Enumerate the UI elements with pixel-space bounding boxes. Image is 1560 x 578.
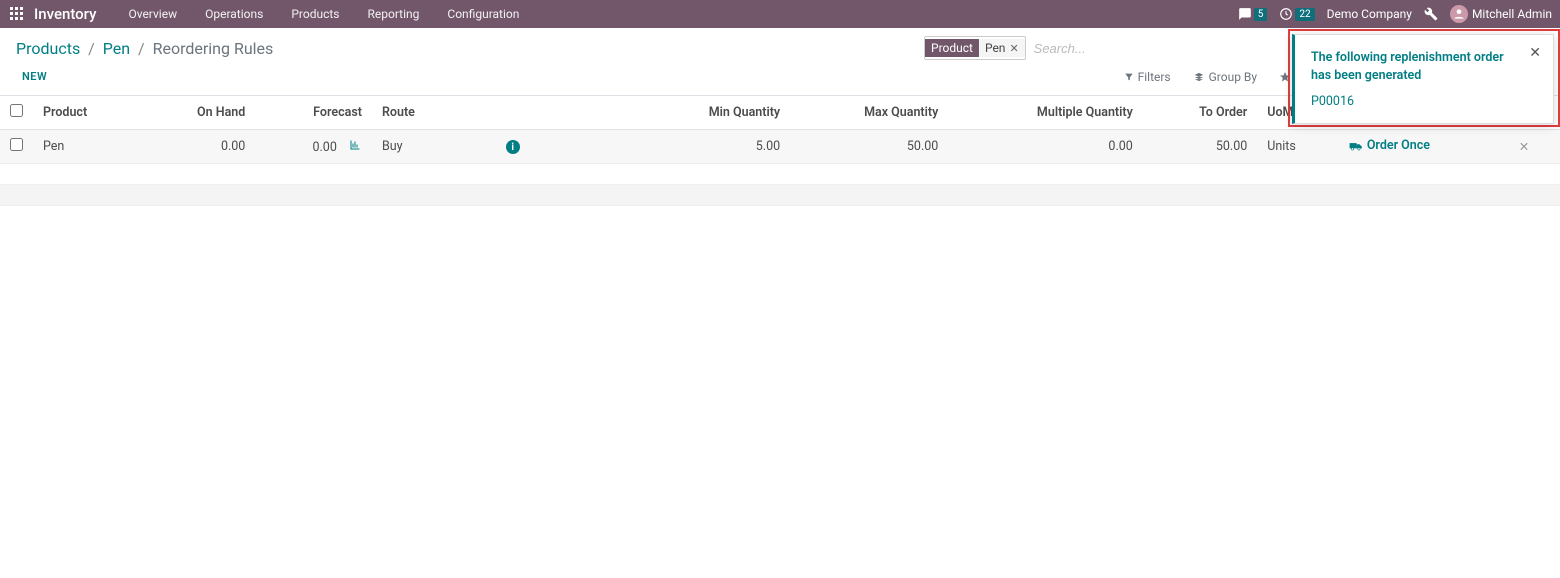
cell-uom[interactable]: Units xyxy=(1257,130,1339,164)
avatar-icon xyxy=(1450,5,1468,23)
user-name: Mitchell Admin xyxy=(1472,7,1552,21)
main-navbar: Inventory Overview Operations Products R… xyxy=(0,0,1560,28)
activity-badge: 22 xyxy=(1295,8,1314,21)
cell-forecast[interactable]: 0.00 xyxy=(255,130,372,164)
user-menu[interactable]: Mitchell Admin xyxy=(1450,5,1552,23)
row-checkbox[interactable] xyxy=(10,138,23,151)
select-all-checkbox[interactable] xyxy=(10,104,23,117)
toast-body[interactable]: P00016 xyxy=(1311,94,1537,109)
col-multiple-qty[interactable]: Multiple Quantity xyxy=(948,96,1143,130)
nav-products[interactable]: Products xyxy=(277,7,353,21)
toast-title: The following replenishment order has be… xyxy=(1311,49,1537,84)
breadcrumb: Products / Pen / Reordering Rules xyxy=(16,39,273,58)
messaging-icon[interactable]: 5 xyxy=(1238,7,1268,21)
filters-button[interactable]: Filters xyxy=(1124,70,1171,84)
cell-max-qty[interactable]: 50.00 xyxy=(790,130,948,164)
cell-product[interactable]: Pen xyxy=(33,130,141,164)
col-on-hand[interactable]: On Hand xyxy=(141,96,256,130)
company-name[interactable]: Demo Company xyxy=(1327,7,1412,21)
cell-on-hand[interactable]: 0.00 xyxy=(141,130,256,164)
table-row[interactable]: Pen 0.00 0.00 Buy i 5.00 50.00 0.00 50.0… xyxy=(0,130,1560,164)
layers-icon xyxy=(1193,72,1205,82)
truck-icon xyxy=(1349,141,1363,151)
apps-launcher-icon[interactable] xyxy=(8,5,26,23)
facet-remove-icon[interactable]: ✕ xyxy=(1009,42,1018,55)
nav-operations[interactable]: Operations xyxy=(191,7,277,21)
search-input[interactable] xyxy=(1034,41,1334,56)
toast-close-icon[interactable]: ✕ xyxy=(1529,45,1541,61)
star-icon xyxy=(1279,71,1291,83)
cell-to-order[interactable]: 50.00 xyxy=(1143,130,1257,164)
forecast-chart-icon[interactable] xyxy=(348,140,362,155)
route-info-icon[interactable]: i xyxy=(506,140,520,154)
notification-toast: ✕ The following replenishment order has … xyxy=(1292,34,1554,124)
cell-min-qty[interactable]: 5.00 xyxy=(637,130,790,164)
col-max-qty[interactable]: Max Quantity xyxy=(790,96,948,130)
facet-value: Pen xyxy=(985,41,1005,55)
groupby-button[interactable]: Group By xyxy=(1193,70,1257,84)
cell-route[interactable]: Buy i xyxy=(372,130,637,164)
new-button[interactable]: NEW xyxy=(16,66,53,87)
nav-right: 5 22 Demo Company Mitchell Admin xyxy=(1238,5,1552,23)
breadcrumb-parent[interactable]: Pen xyxy=(103,39,130,58)
col-route[interactable]: Route xyxy=(372,96,637,130)
cell-multiple-qty[interactable]: 0.00 xyxy=(948,130,1143,164)
col-forecast[interactable]: Forecast xyxy=(255,96,372,130)
col-min-qty[interactable]: Min Quantity xyxy=(637,96,790,130)
col-to-order[interactable]: To Order xyxy=(1143,96,1257,130)
funnel-icon xyxy=(1124,72,1134,82)
breadcrumb-root[interactable]: Products xyxy=(16,39,80,58)
search-facet: Product Pen ✕ xyxy=(924,36,1026,60)
nav-menu: Overview Operations Products Reporting C… xyxy=(114,7,533,21)
facet-label: Product xyxy=(925,39,979,57)
app-brand[interactable]: Inventory xyxy=(34,5,96,23)
debug-icon[interactable] xyxy=(1424,7,1438,21)
nav-configuration[interactable]: Configuration xyxy=(433,7,533,21)
col-product[interactable]: Product xyxy=(33,96,141,130)
breadcrumb-current: Reordering Rules xyxy=(153,39,274,58)
msg-badge: 5 xyxy=(1254,8,1268,21)
order-once-button[interactable]: Order Once xyxy=(1349,138,1430,153)
activity-icon[interactable]: 22 xyxy=(1279,7,1314,21)
nav-reporting[interactable]: Reporting xyxy=(353,7,433,21)
row-delete-icon[interactable]: ✕ xyxy=(1519,140,1529,155)
footer-band xyxy=(0,184,1560,206)
nav-overview[interactable]: Overview xyxy=(114,7,191,21)
